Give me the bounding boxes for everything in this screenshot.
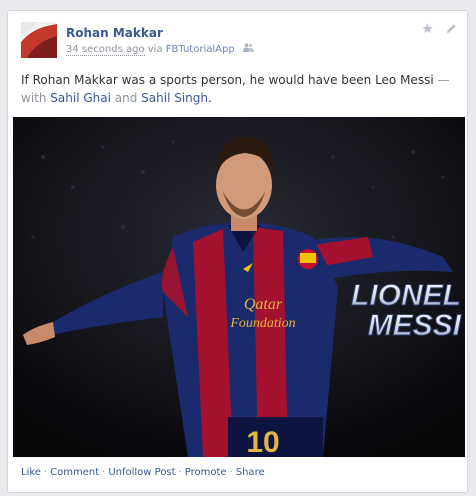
star-icon[interactable]: [422, 23, 433, 37]
post-card: Rohan Makkar 34 seconds ago via FBTutori…: [7, 10, 468, 493]
pencil-icon[interactable]: [446, 23, 457, 37]
unfollow-post-link[interactable]: Unfollow Post: [108, 467, 175, 478]
via-label: via: [147, 44, 163, 55]
author-name[interactable]: Rohan Makkar: [66, 26, 163, 40]
share-link[interactable]: Share: [236, 467, 265, 478]
separator: ·: [229, 467, 233, 478]
app-link[interactable]: FBTutorialApp: [166, 44, 235, 55]
separator: ·: [102, 467, 106, 478]
separator: ·: [43, 467, 48, 478]
post-actions: Like · Comment · Unfollow Post · Promote · Share: [21, 467, 265, 478]
and-label: and: [110, 91, 142, 105]
friends-icon[interactable]: [242, 43, 254, 55]
like-link[interactable]: Like: [21, 467, 41, 478]
status-text: If Rohan Makkar was a sports person, he …: [21, 71, 451, 107]
status-period: .: [208, 91, 212, 105]
status-message: If Rohan Makkar was a sports person, he …: [21, 73, 434, 87]
tagged-friend-2[interactable]: Sahil Singh: [141, 91, 208, 105]
separator: ·: [178, 467, 182, 478]
jersey-sponsor-line2: Foundation: [229, 316, 295, 331]
promote-link[interactable]: Promote: [185, 467, 227, 478]
jersey-number: 10: [246, 426, 279, 457]
post-timestamp[interactable]: 34 seconds ago: [66, 44, 145, 56]
avatar[interactable]: [21, 22, 57, 58]
photo-overlay-last-name: MESSI: [368, 309, 462, 342]
comment-link[interactable]: Comment: [50, 467, 99, 478]
post-options: [412, 23, 458, 37]
photo-overlay-first-name: LIONEL: [351, 279, 461, 312]
post-photo[interactable]: Qatar Foundation 10 LIONEL MESSI: [13, 117, 465, 457]
jersey-sponsor-line1: Qatar: [244, 296, 283, 313]
post-meta: 34 seconds ago via FBTutorialApp: [66, 43, 254, 56]
tagged-friend-1[interactable]: Sahil Ghai: [50, 91, 111, 105]
